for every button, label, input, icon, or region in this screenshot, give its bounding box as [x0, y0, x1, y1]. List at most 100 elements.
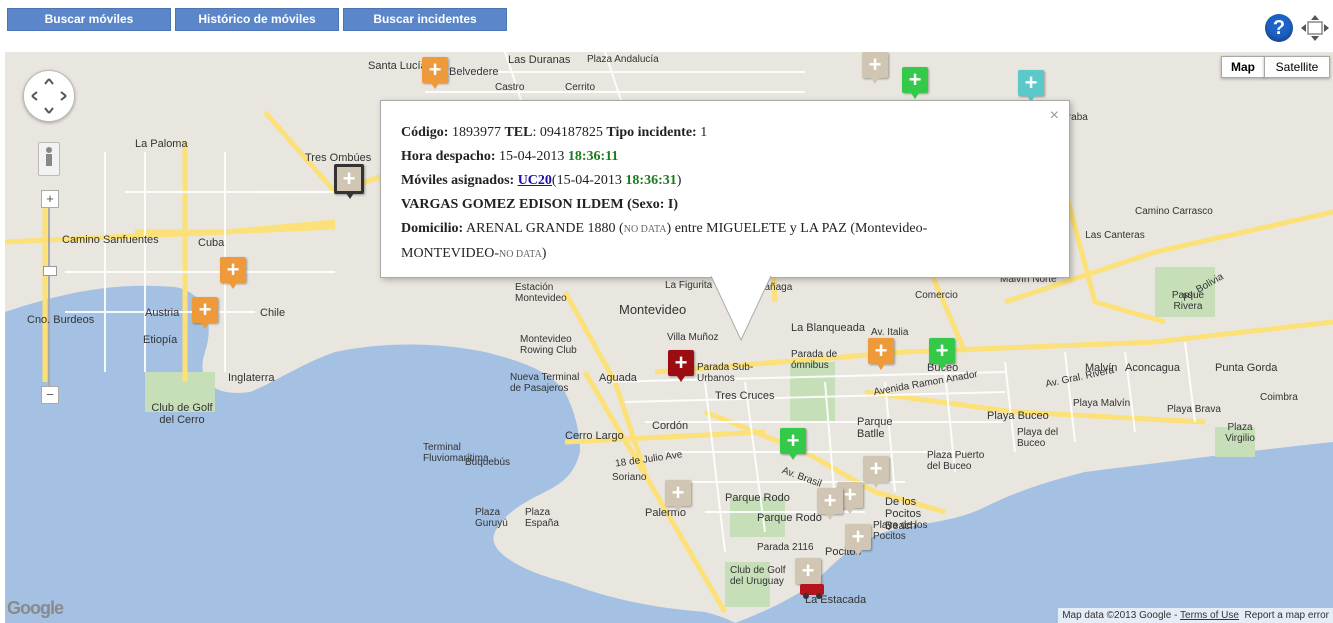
mobile-link[interactable]: UC20	[518, 173, 552, 188]
place-label: Castro	[495, 82, 525, 93]
place-label: Inglaterra	[228, 372, 275, 384]
place-label: La Paloma	[135, 138, 188, 150]
mobile-marker[interactable]: +	[1018, 70, 1044, 102]
place-label: Playa Brava	[1167, 404, 1221, 415]
place-label: Cerro Largo	[565, 430, 624, 442]
place-label: Nueva Terminal de Pasajeros	[510, 372, 580, 394]
map-type-map-button[interactable]: Map	[1221, 56, 1265, 78]
incident-marker[interactable]: +	[868, 338, 894, 370]
tel-label: TEL	[504, 125, 533, 140]
place-label: Club de Golf del Uruguay	[730, 565, 786, 587]
dispatch-time-line: Hora despacho: 15-04-2013 18:36:11	[401, 145, 1021, 169]
place-label: Coimbra	[1260, 392, 1298, 403]
mobile-marker[interactable]: +	[845, 524, 871, 556]
place-label: Plaza Andalucía	[587, 54, 659, 65]
attribution-text: Map data ©2013 Google	[1062, 610, 1172, 621]
no-data-tag: NO DATA	[498, 249, 542, 260]
zoom-in-button[interactable]: +	[41, 190, 59, 208]
place-label: Parque Batlle	[857, 416, 893, 440]
incident-marker[interactable]: +	[422, 57, 448, 89]
mobile-marker[interactable]: +	[780, 428, 806, 460]
place-label: Parada de ómnibus	[791, 349, 838, 371]
place-label: Tres Ombúes	[305, 152, 372, 164]
place-label: Parque Rodo	[725, 492, 790, 504]
tipo-value: 1	[700, 125, 708, 140]
mobile-marker[interactable]: +	[862, 52, 888, 84]
domicilio-value: ARENAL GRANDE 1880	[465, 221, 616, 236]
zoom-slider[interactable]: + −	[41, 190, 59, 408]
fullscreen-icon[interactable]	[1300, 14, 1330, 42]
map-canvas[interactable]: Map Satellite + − Santa Lucía Belvedere …	[5, 52, 1333, 623]
place-label: Las Duranas	[508, 54, 571, 66]
patient-name: VARGAS GOMEZ EDISON ILDEM (Sexo: I)	[401, 197, 679, 212]
place-label: Plaza España	[525, 507, 559, 529]
place-label: Parque Rodó	[757, 512, 822, 524]
tipo-label: Tipo incidente:	[606, 125, 697, 140]
mobile-marker[interactable]: +	[817, 488, 843, 520]
address-line: Domicilio: ARENAL GRANDE 1880 (NO DATA) …	[401, 221, 928, 261]
help-icon[interactable]: ?	[1265, 14, 1293, 42]
place-label: Camino Carrasco	[1135, 206, 1213, 217]
place-label: Tres Cruces	[715, 390, 775, 402]
ambulance-icon[interactable]	[798, 580, 828, 600]
mobile-marker[interactable]: +	[863, 456, 889, 488]
terms-link[interactable]: Terms of Use	[1180, 610, 1239, 621]
place-label: Buquebús	[465, 457, 511, 468]
place-label: Camino Sanfuentes	[62, 234, 159, 246]
place-label: Plaza Puerto del Buceo	[927, 450, 985, 472]
mobile-marker[interactable]: +	[929, 338, 955, 370]
place-label: Aguada	[599, 372, 637, 384]
place-label: Playa Malvín	[1073, 398, 1131, 409]
pan-control[interactable]	[23, 70, 75, 122]
codigo-label: Código:	[401, 125, 449, 140]
toolbar: Buscar móviles Histórico de móviles Busc…	[0, 0, 1333, 52]
buscar-moviles-button[interactable]: Buscar móviles	[7, 8, 171, 31]
hora-date: 15-04-2013	[499, 149, 565, 164]
assigned-mobiles-line: Móviles asignados: UC20(15-04-2013 18:36…	[401, 169, 1021, 193]
info-window-tail	[711, 275, 772, 342]
place-label: Cerrito	[565, 82, 596, 93]
patient-name-line: VARGAS GOMEZ EDISON ILDEM (Sexo: I)	[401, 193, 1021, 217]
incident-code-line: Código: 1893977 TEL: 094187825 Tipo inci…	[401, 121, 1021, 145]
mobile-marker[interactable]: +	[334, 164, 364, 199]
historico-moviles-button[interactable]: Histórico de móviles	[175, 8, 339, 31]
street-view-pegman-icon[interactable]	[38, 142, 60, 176]
tel-value: : 094187825	[532, 125, 603, 140]
place-label: Belvedere	[449, 66, 499, 78]
place-label: Montevideo	[619, 302, 687, 317]
place-label: Playa del Buceo	[1017, 427, 1059, 449]
place-label: Av. Italia	[871, 327, 909, 338]
selected-incident-marker[interactable]: +	[668, 350, 694, 382]
pan-arrows-icon	[31, 78, 67, 114]
place-label: Plaza Guruyú	[475, 507, 508, 529]
place-label: La Blanqueada	[791, 322, 866, 334]
place-label: Club de Golf del Cerro	[151, 402, 213, 426]
buscar-incidentes-button[interactable]: Buscar incidentes	[343, 8, 507, 31]
mobile-marker[interactable]: +	[902, 67, 928, 99]
place-label: Parada Sub-Urbanos	[697, 362, 754, 384]
mobile-marker[interactable]: +	[665, 480, 691, 512]
domicilio-close: )	[541, 246, 547, 261]
place-label: Soriano	[612, 472, 647, 483]
moviles-label: Móviles asignados:	[401, 173, 515, 188]
place-label: Cordón	[652, 420, 689, 432]
mobile-close: )	[676, 173, 682, 188]
place-label: Santa Lucía	[368, 60, 427, 72]
place-label: La Figurita	[665, 280, 713, 291]
incident-marker[interactable]: +	[220, 257, 246, 289]
zoom-out-button[interactable]: −	[41, 386, 59, 404]
map-type-satellite-button[interactable]: Satellite	[1264, 56, 1330, 78]
codigo-value: 1893977	[451, 125, 501, 140]
report-error-link[interactable]: Report a map error	[1245, 610, 1329, 621]
hora-label: Hora despacho:	[401, 149, 496, 164]
zoom-handle[interactable]	[43, 266, 57, 276]
incident-marker[interactable]: +	[192, 297, 218, 329]
place-label: Etiopía	[143, 334, 178, 346]
google-logo: Google	[7, 598, 64, 618]
close-icon[interactable]: ×	[1050, 107, 1059, 125]
no-data-tag: NO DATA	[623, 224, 667, 235]
hora-time: 18:36:11	[567, 149, 619, 164]
place-label: Playa Buceo	[987, 410, 1049, 422]
place-label: Aconcagua	[1125, 362, 1181, 374]
place-label: Las Canteras	[1085, 230, 1145, 241]
